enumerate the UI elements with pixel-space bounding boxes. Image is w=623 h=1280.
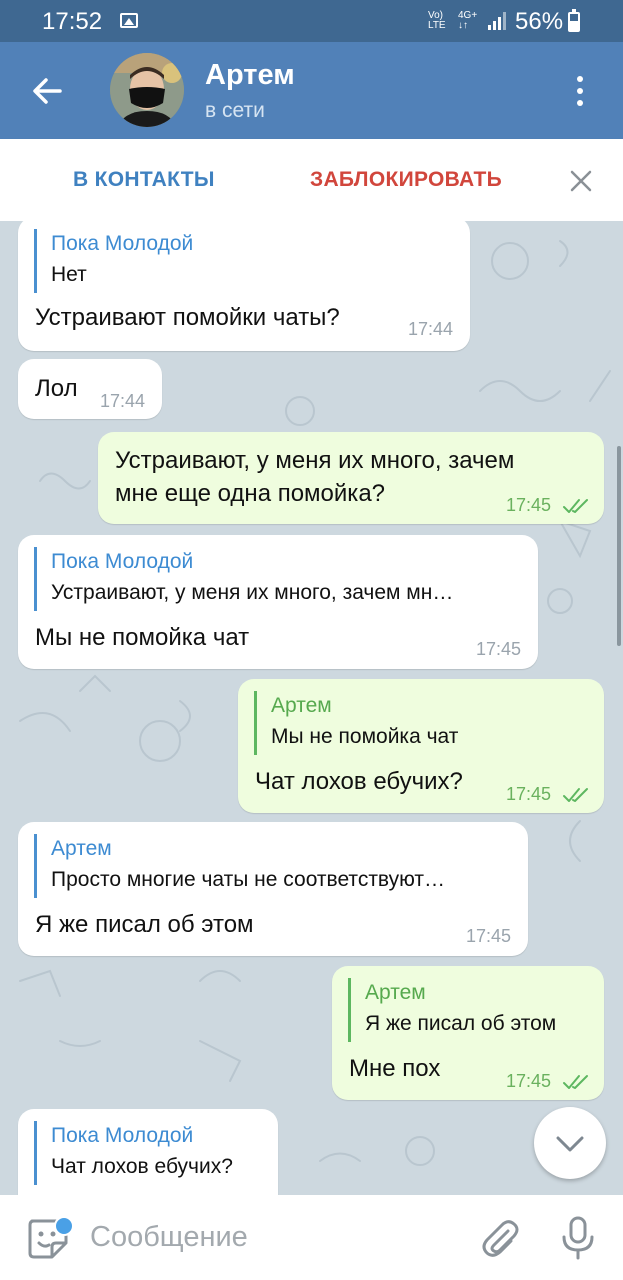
message-text-line: Устраивают, у меня их много, зачем bbox=[115, 447, 515, 474]
double-check-icon bbox=[563, 1075, 588, 1089]
reply-quote[interactable]: Артем Мы не помойка чат bbox=[254, 691, 458, 755]
reply-text: Нет bbox=[51, 263, 87, 286]
scroll-to-bottom-button[interactable] bbox=[534, 1107, 606, 1179]
message-text-line: мне еще одна помойка? bbox=[115, 480, 386, 507]
battery-icon bbox=[568, 9, 580, 32]
message-time: 17:44 bbox=[408, 319, 454, 339]
message-text: Мне пох bbox=[349, 1055, 441, 1082]
gallery-notification-icon bbox=[120, 13, 138, 28]
new-stickers-badge bbox=[54, 1216, 74, 1236]
message-outgoing[interactable]: Устраивают, у меня их много, зачем мне е… bbox=[98, 432, 604, 524]
reply-quote[interactable]: Артем Я же писал об этом bbox=[348, 978, 556, 1042]
reply-text: Чат лохов ебучих? bbox=[51, 1155, 233, 1178]
reply-author: Артем bbox=[51, 837, 112, 860]
new-contact-action-bar: В КОНТАКТЫ ЗАБЛОКИРОВАТЬ bbox=[0, 139, 623, 221]
message-time: 17:44 bbox=[100, 391, 146, 411]
attach-button[interactable] bbox=[478, 1217, 520, 1259]
close-action-bar-button[interactable] bbox=[566, 166, 596, 196]
more-menu-button[interactable] bbox=[565, 68, 595, 114]
block-user-button[interactable]: ЗАБЛОКИРОВАТЬ bbox=[310, 168, 502, 192]
message-text: Мы не помойка чат bbox=[35, 624, 250, 651]
message-outgoing[interactable]: Артем Мы не помойка чат Чат лохов ебучих… bbox=[238, 679, 604, 813]
message-incoming[interactable]: Пока Молодой Устраивают, у меня их много… bbox=[18, 535, 538, 669]
message-time: 17:45 bbox=[506, 495, 552, 515]
message-incoming[interactable]: Артем Просто многие чаты не соответствую… bbox=[18, 822, 528, 956]
message-incoming[interactable]: Лол 17:44 bbox=[18, 359, 162, 419]
reply-author: Пока Молодой bbox=[51, 550, 194, 573]
contact-status: в сети bbox=[205, 99, 265, 122]
scrollbar[interactable] bbox=[617, 446, 621, 646]
reply-text: Мы не помойка чат bbox=[271, 725, 459, 748]
add-to-contacts-button[interactable]: В КОНТАКТЫ bbox=[73, 168, 215, 192]
signal-icon bbox=[488, 12, 510, 30]
message-incoming[interactable]: Пока Молодой Чат лохов ебучих? bbox=[18, 1109, 278, 1195]
back-button[interactable] bbox=[22, 66, 72, 116]
chat-header: Артем в сети bbox=[0, 42, 623, 139]
battery-percent: 56% bbox=[515, 8, 564, 35]
paperclip-icon bbox=[482, 1220, 519, 1257]
message-input-bar bbox=[0, 1195, 623, 1280]
message-text: Я же писал об этом bbox=[35, 911, 254, 938]
reply-quote[interactable]: Пока Молодой Устраивают, у меня их много… bbox=[34, 547, 453, 611]
voice-message-button[interactable] bbox=[560, 1215, 596, 1261]
chevron-down-icon bbox=[556, 1136, 584, 1152]
reply-text: Я же писал об этом bbox=[365, 1012, 557, 1035]
double-check-icon bbox=[563, 788, 588, 802]
message-text: Чат лохов ебучих? bbox=[255, 768, 463, 795]
reply-text: Устраивают, у меня их много, зачем мн… bbox=[51, 581, 454, 604]
reply-text: Просто многие чаты не соответствуют… bbox=[51, 868, 446, 891]
reply-author: Пока Молодой bbox=[51, 232, 194, 255]
status-time: 17:52 bbox=[42, 8, 103, 35]
reply-author: Артем bbox=[365, 981, 426, 1004]
message-input[interactable] bbox=[90, 1217, 470, 1257]
message-text: Лол bbox=[35, 375, 78, 402]
reply-quote[interactable]: Пока Молодой Чат лохов ебучих? bbox=[34, 1121, 233, 1185]
reply-author: Артем bbox=[271, 694, 332, 717]
double-check-icon bbox=[563, 499, 588, 513]
message-time: 17:45 bbox=[506, 1071, 552, 1091]
avatar[interactable] bbox=[110, 53, 184, 127]
close-icon bbox=[570, 170, 592, 192]
volte-icon: Vo) LTE bbox=[428, 10, 446, 31]
back-arrow-icon bbox=[33, 78, 62, 104]
mobile-data-icon: 4G+ ↓↑ bbox=[458, 10, 478, 31]
message-text: Устраивают помойки чаты? bbox=[35, 304, 340, 331]
message-incoming[interactable]: Пока Молодой Нет Устраивают помойки чаты… bbox=[18, 221, 470, 351]
message-time: 17:45 bbox=[466, 926, 512, 946]
status-bar: 17:52 Vo) LTE 4G+ ↓↑ 56% bbox=[0, 0, 623, 42]
message-time: 17:45 bbox=[476, 639, 522, 659]
contact-name[interactable]: Артем bbox=[205, 59, 295, 92]
reply-quote[interactable]: Пока Молодой Нет bbox=[34, 229, 193, 293]
message-time: 17:45 bbox=[506, 784, 552, 804]
message-outgoing[interactable]: Артем Я же писал об этом Мне пох 17:45 bbox=[332, 966, 604, 1100]
reply-quote[interactable]: Артем Просто многие чаты не соответствую… bbox=[34, 834, 445, 898]
microphone-icon bbox=[562, 1216, 594, 1260]
reply-author: Пока Молодой bbox=[51, 1124, 194, 1147]
chat-messages-area[interactable]: Пока Молодой Нет Устраивают помойки чаты… bbox=[0, 221, 623, 1195]
